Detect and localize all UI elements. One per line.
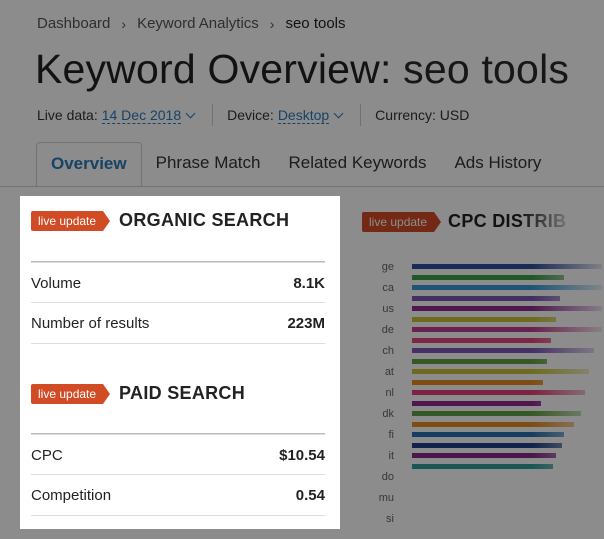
paid-search-title: PAID SEARCH [119, 383, 246, 403]
metric-label: Number of results [31, 314, 150, 332]
metric-row-competition: Competition 0.54 [31, 474, 325, 516]
live-update-badge: live update [31, 383, 111, 404]
metric-row-results: Number of results 223M [31, 302, 325, 344]
organic-search-title: ORGANIC SEARCH [119, 210, 290, 230]
metric-row-cpc: CPC $10.54 [31, 434, 325, 475]
search-summary-card: live update ORGANIC SEARCH Volume 8.1K N… [20, 196, 340, 529]
metric-row-volume: Volume 8.1K [31, 262, 325, 303]
page: Dashboard › Keyword Analytics › seo tool… [0, 0, 604, 539]
metric-value: 8.1K [293, 274, 325, 292]
metric-label: CPC [31, 446, 63, 464]
metric-value: 223M [287, 314, 325, 332]
metric-value: $10.54 [279, 446, 325, 464]
organic-search-header: live update ORGANIC SEARCH [31, 210, 289, 231]
paid-search-header: live update PAID SEARCH [31, 383, 245, 404]
metric-value: 0.54 [295, 486, 325, 504]
metric-label: Competition [31, 486, 112, 504]
metric-label: Volume [31, 274, 82, 292]
live-update-badge: live update [31, 210, 111, 231]
